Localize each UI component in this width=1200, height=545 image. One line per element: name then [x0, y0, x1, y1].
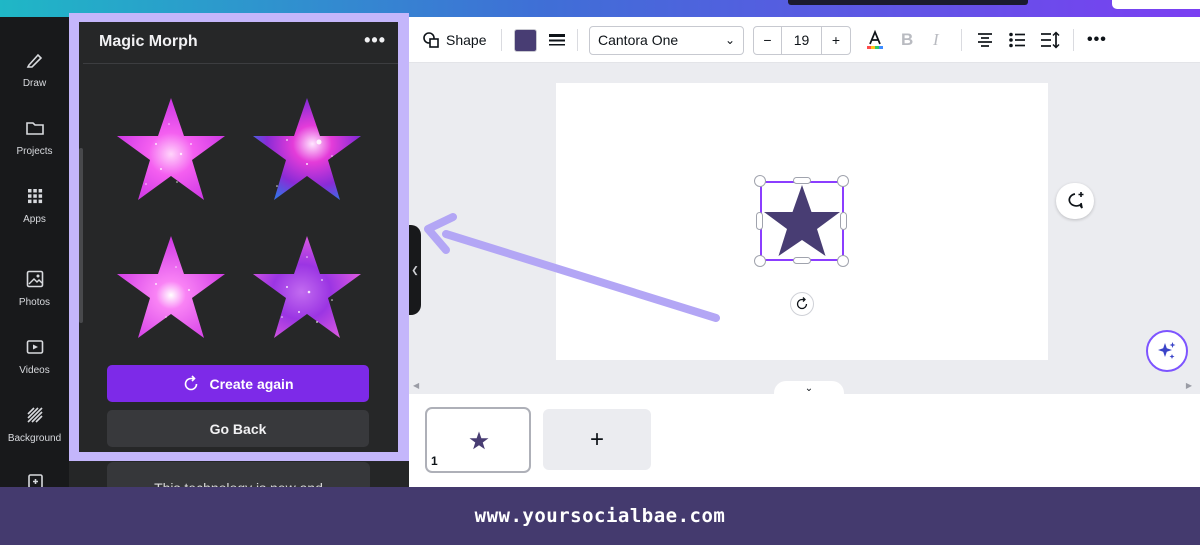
increase-size-button[interactable]: +	[822, 27, 850, 54]
align-center-icon	[978, 33, 992, 47]
footer-banner: www.yoursocialbae.com	[0, 487, 1200, 545]
font-size-input[interactable]: 19	[782, 26, 822, 54]
create-again-label: Create again	[209, 375, 294, 392]
rail-label: Background	[7, 433, 62, 444]
rail-label: Projects	[16, 146, 53, 157]
thumbnail-star-icon	[469, 431, 489, 450]
rotate-button[interactable]	[790, 292, 814, 316]
morph-result-3[interactable]	[111, 232, 231, 344]
shape-button[interactable]: Shape	[422, 17, 486, 63]
left-icon-rail: Draw Projects Apps Photos Videos Backgro…	[0, 17, 69, 487]
text-color-button[interactable]	[864, 17, 886, 63]
scroll-right-icon: ▶	[1185, 381, 1192, 390]
resize-handle[interactable]	[837, 175, 849, 187]
morph-result-2[interactable]	[247, 94, 367, 206]
sparkle-icon	[1158, 342, 1176, 359]
rail-label: Videos	[19, 365, 50, 376]
chevron-down-icon: ⌄	[804, 383, 814, 394]
rail-item-background[interactable]: Background	[0, 405, 69, 455]
chevron-left-icon: ❮	[411, 264, 419, 275]
page-number: 1	[431, 454, 438, 468]
rail-label: Apps	[23, 214, 46, 225]
rotate-icon	[796, 297, 808, 310]
rail-item-uploads[interactable]	[0, 472, 69, 487]
font-dropdown[interactable]: Cantora One ⌄	[589, 25, 744, 55]
rail-label: Photos	[18, 297, 51, 308]
fill-color-button[interactable]	[514, 17, 537, 63]
upload-icon	[27, 474, 43, 487]
go-back-label: Go Back	[209, 420, 267, 437]
font-size-stepper: − 19 +	[753, 25, 851, 55]
refresh-icon	[185, 374, 198, 390]
align-button[interactable]	[976, 17, 994, 63]
text-color-icon	[867, 29, 883, 49]
color-swatch	[514, 28, 537, 52]
go-back-button[interactable]: Go Back	[107, 410, 369, 447]
selection-box	[760, 181, 844, 261]
add-comment-button[interactable]	[1056, 183, 1094, 219]
create-again-button[interactable]: Create again	[107, 365, 369, 402]
rail-item-apps[interactable]: Apps	[0, 186, 69, 236]
bold-button[interactable]: B	[901, 17, 913, 63]
magic-assistant-button[interactable]	[1146, 330, 1188, 372]
divider	[83, 63, 398, 64]
apps-grid-icon	[27, 189, 42, 204]
italic-button[interactable]: I	[933, 17, 939, 63]
rail-item-draw[interactable]: Draw	[0, 50, 69, 100]
hatch-icon	[26, 407, 43, 423]
image-icon	[26, 270, 43, 288]
plus-icon: +	[589, 425, 604, 453]
resize-handle[interactable]	[793, 177, 811, 184]
shape-label: Shape	[446, 32, 487, 48]
rail-item-videos[interactable]: Videos	[0, 337, 69, 387]
collapse-panel-handle[interactable]: ❮	[409, 225, 421, 315]
list-button[interactable]	[1008, 17, 1026, 63]
shape-icon	[423, 32, 439, 48]
editor-toolbar: Shape Cantora One ⌄ − 19 + B I •••	[409, 17, 1200, 63]
pen-icon	[26, 53, 42, 68]
morph-result-1[interactable]	[111, 94, 231, 206]
border-style-button[interactable]	[548, 17, 566, 63]
scroll-left-icon: ◀	[413, 381, 420, 390]
line-spacing-icon	[1041, 31, 1060, 49]
footer-url: www.yoursocialbae.com	[474, 505, 726, 527]
play-icon	[26, 340, 43, 354]
comment-add-icon	[1068, 192, 1084, 209]
rail-item-projects[interactable]: Projects	[0, 118, 69, 168]
rail-label: Draw	[22, 78, 47, 89]
chevron-down-icon: ⌄	[724, 33, 735, 47]
resize-handle[interactable]	[754, 255, 766, 267]
spacing-button[interactable]	[1040, 17, 1060, 63]
panel-title: Magic Morph	[99, 33, 198, 50]
resize-handle[interactable]	[837, 255, 849, 267]
more-options-button[interactable]: •••	[1087, 17, 1107, 63]
panel-more-button[interactable]: •••	[364, 30, 386, 51]
resize-handle[interactable]	[754, 175, 766, 187]
top-right-button[interactable]	[1112, 0, 1200, 9]
resize-handle[interactable]	[756, 212, 763, 230]
magic-morph-panel: Magic Morph ••• Create again Go Back	[79, 22, 398, 452]
panel-scrollbar[interactable]	[79, 148, 83, 323]
bullet-list-icon	[1009, 32, 1025, 48]
decrease-size-button[interactable]: −	[754, 26, 782, 54]
morph-result-4[interactable]	[247, 232, 367, 344]
resize-handle[interactable]	[793, 257, 811, 264]
page-thumbnail[interactable]	[425, 407, 531, 473]
add-page-button[interactable]: +	[543, 409, 651, 470]
folder-icon	[25, 122, 44, 135]
font-name: Cantora One	[598, 32, 679, 48]
border-lines-icon	[549, 34, 565, 46]
rail-item-photos[interactable]: Photos	[0, 269, 69, 319]
resize-handle[interactable]	[840, 212, 847, 230]
